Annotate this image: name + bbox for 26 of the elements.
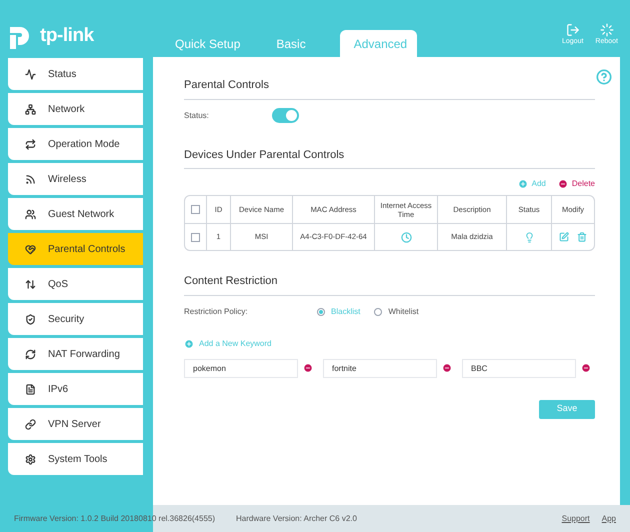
delete-button[interactable]: Delete <box>558 178 595 190</box>
sidebar-item[interactable]: Operation Mode <box>8 128 143 160</box>
section-title: Parental Controls <box>184 72 595 100</box>
sidebar-item[interactable]: Status <box>8 58 143 90</box>
footer-link[interactable]: App <box>602 512 616 524</box>
sidebar-item[interactable]: Security <box>8 303 143 335</box>
sidebar-item[interactable]: Guest Network <box>8 198 143 230</box>
section-title: Content Restriction <box>184 273 595 296</box>
sidebar-item[interactable]: System Tools <box>8 443 143 475</box>
section-title: Devices Under Parental Controls <box>184 146 595 169</box>
sidebar-item[interactable]: Wireless <box>8 163 143 195</box>
keyword-field[interactable]: pokemon <box>184 358 298 378</box>
sidebar-item[interactable]: NAT Forwarding <box>8 338 143 370</box>
radio-option[interactable]: Whitelist <box>374 306 419 318</box>
hardware-version: Hardware Version: Archer C6 v2.0 <box>236 512 357 524</box>
sidebar-item[interactable]: IPv6 <box>8 373 143 405</box>
keyword-field[interactable]: BBC <box>462 358 576 378</box>
logo-text: tp-link <box>40 24 94 48</box>
sidebar-item[interactable]: Parental Controls <box>8 233 143 265</box>
field-label: Restriction Policy: <box>184 306 249 318</box>
sidebar-item[interactable]: Network <box>8 93 143 125</box>
keyword-field[interactable]: fortnite <box>323 358 437 378</box>
field-label: Status: <box>184 110 210 122</box>
footer-link[interactable]: Support <box>562 512 590 524</box>
sidebar-item[interactable]: VPN Server <box>8 408 143 440</box>
sidebar-item[interactable]: QoS <box>8 268 143 300</box>
